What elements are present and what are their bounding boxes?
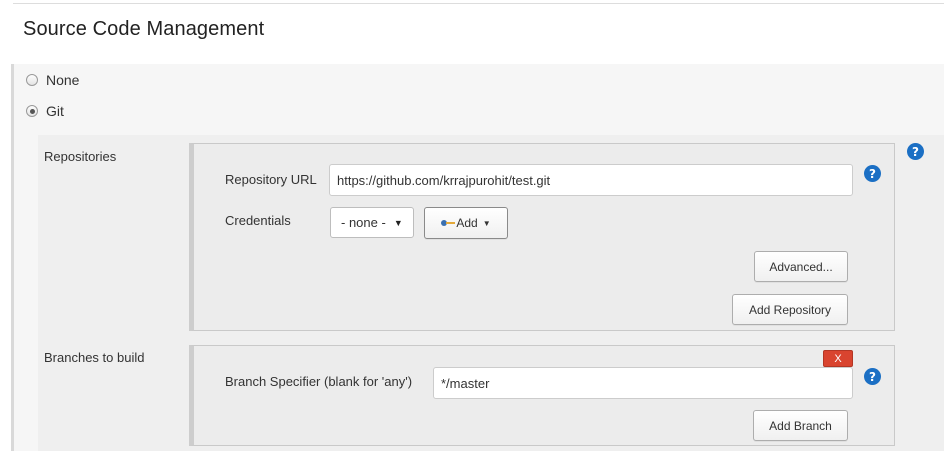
repositories-label: Repositories (44, 149, 117, 164)
repository-url-help-icon[interactable]: ? (864, 165, 881, 182)
section-title: Source Code Management (23, 18, 265, 40)
caret-down-icon: ▼ (482, 218, 491, 228)
add-credentials-label: Add (456, 216, 478, 230)
branch-specifier-help-icon[interactable]: ? (864, 368, 881, 385)
scm-option-none-label: None (46, 72, 80, 88)
key-icon (441, 219, 456, 227)
branch-specifier-label: Branch Specifier (blank for 'any') (225, 374, 413, 389)
branches-label: Branches to build (44, 350, 145, 365)
add-repository-button[interactable]: Add Repository (732, 294, 848, 325)
repository-url-value: https://github.com/krrajpurohit/test.git (337, 172, 551, 188)
scm-option-git-label: Git (46, 103, 64, 119)
repositories-help-icon[interactable]: ? (907, 143, 924, 160)
delete-branch-button[interactable]: X (823, 350, 853, 367)
chevron-down-icon: ▼ (393, 217, 403, 228)
branch-specifier-value: */master (441, 375, 490, 391)
scm-option-git[interactable]: Git (26, 103, 64, 119)
add-credentials-button[interactable]: Add ▼ (424, 207, 508, 239)
repository-url-input[interactable]: https://github.com/krrajpurohit/test.git (329, 164, 853, 196)
credentials-selected-value: - none - (341, 215, 386, 230)
section-left-bar (11, 64, 14, 451)
advanced-button[interactable]: Advanced... (754, 251, 848, 282)
add-branch-button[interactable]: Add Branch (753, 410, 848, 441)
credentials-select[interactable]: - none - ▼ (330, 207, 414, 238)
top-divider (13, 3, 944, 4)
credentials-label: Credentials (225, 213, 291, 228)
radio-none[interactable] (26, 74, 38, 86)
repository-url-label: Repository URL (225, 172, 317, 187)
radio-git[interactable] (26, 105, 38, 117)
scm-option-none[interactable]: None (26, 72, 79, 88)
branch-specifier-input[interactable]: */master (433, 367, 853, 399)
